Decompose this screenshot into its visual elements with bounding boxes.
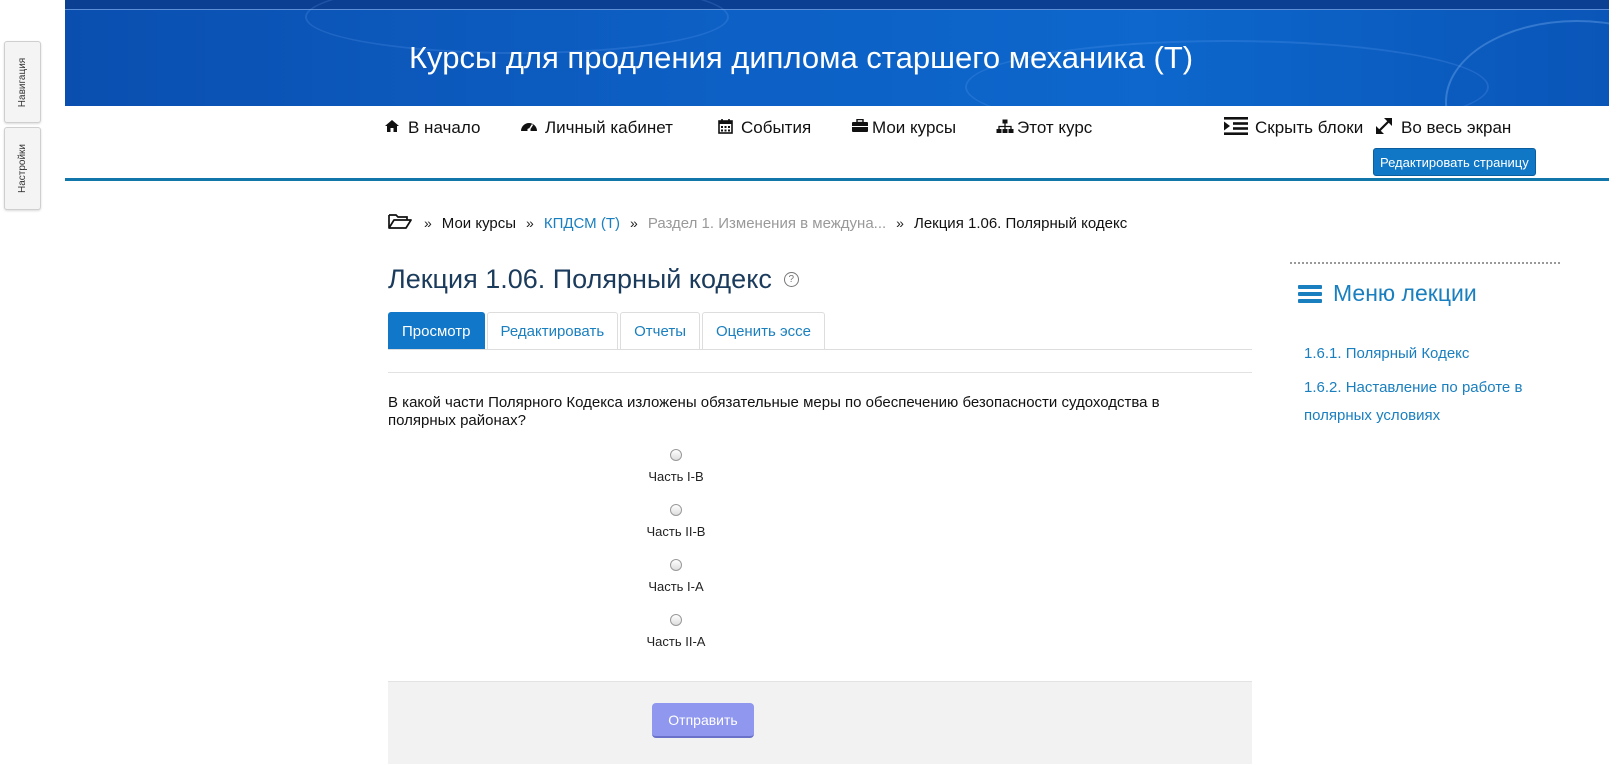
answer-option: Часть II-B — [636, 504, 716, 539]
answer-radio[interactable] — [670, 614, 682, 626]
indent-icon — [1223, 117, 1249, 139]
tab-reports[interactable]: Отчеты — [620, 312, 700, 350]
hide-blocks-label: Скрыть блоки — [1255, 118, 1364, 137]
settings-side-tab-label: Настройки — [17, 143, 29, 194]
answer-option: Часть I-A — [636, 559, 716, 594]
nav-events-label: События — [741, 118, 812, 137]
answer-option: Часть II-A — [636, 614, 716, 649]
help-icon[interactable]: ? — [783, 272, 799, 287]
nav-this-course[interactable]: Этот курс — [995, 116, 1092, 140]
question-text: В какой части Полярного Кодекса изложены… — [388, 394, 1160, 429]
banner-wave-decoration — [1445, 20, 1609, 106]
nav-dashboard[interactable]: Личный кабинет — [519, 116, 673, 140]
breadcrumb-course[interactable]: КПДСМ (Т) — [544, 215, 620, 232]
page-title: Лекция 1.06. Полярный кодекс — [388, 264, 772, 294]
tab-edit[interactable]: Редактировать — [486, 312, 619, 350]
fullscreen-label: Во весь экран — [1401, 118, 1512, 137]
menu-icon — [1298, 282, 1322, 306]
answer-label[interactable]: Часть II-A — [636, 634, 716, 649]
answer-radio[interactable] — [670, 449, 682, 461]
answer-label[interactable]: Часть I-A — [636, 579, 716, 594]
breadcrumb-separator: » — [424, 215, 432, 231]
breadcrumb-my-courses[interactable]: Мои курсы — [442, 215, 516, 232]
nav-events[interactable]: События — [715, 116, 811, 140]
home-icon — [382, 119, 402, 137]
nav-home-label: В начало — [408, 118, 481, 137]
answer-option: Часть I-B — [636, 449, 716, 484]
calendar-icon — [715, 118, 735, 138]
breadcrumb-section[interactable]: Раздел 1. Изменения в междуна... — [648, 215, 886, 232]
navigation-side-tab-label: Навигация — [17, 57, 28, 107]
tab-view[interactable]: Просмотр — [388, 312, 485, 350]
lesson-menu-header: Меню лекции — [1298, 280, 1477, 307]
breadcrumb-separator: » — [526, 215, 534, 231]
tab-grade-essays[interactable]: Оценить эссе — [702, 312, 825, 350]
site-title: Курсы для продления диплома старшего мех… — [409, 40, 1194, 75]
lesson-tabs: Просмотр Редактировать Отчеты Оценить эс… — [388, 312, 827, 350]
submit-button[interactable]: Отправить — [652, 703, 754, 738]
expand-icon — [1373, 116, 1395, 140]
breadcrumb: » Мои курсы » КПДСМ (Т) » Раздел 1. Изме… — [388, 213, 1127, 233]
edit-page-button[interactable]: Редактировать страницу — [1373, 148, 1536, 176]
breadcrumb-current: Лекция 1.06. Полярный кодекс — [913, 214, 1128, 232]
header-banner: Курсы для продления диплома старшего мех… — [65, 0, 1609, 106]
navigation-side-tab[interactable]: Навигация — [4, 41, 41, 123]
answer-radio[interactable] — [670, 559, 682, 571]
submit-area: Отправить — [388, 681, 1252, 764]
nav-my-courses[interactable]: Мои курсы — [850, 116, 956, 140]
hide-blocks-button[interactable]: Скрыть блоки — [1223, 116, 1363, 140]
briefcase-icon — [850, 118, 870, 137]
lesson-menu-title: Меню лекции — [1333, 280, 1477, 306]
nav-this-course-label: Этот курс — [1017, 118, 1093, 137]
folder-open-icon[interactable] — [388, 213, 412, 234]
breadcrumb-separator: » — [896, 215, 904, 231]
dashboard-icon — [519, 119, 539, 137]
answer-label[interactable]: Часть I-B — [636, 469, 716, 484]
nav-home[interactable]: В начало — [382, 116, 480, 140]
lesson-menu-link[interactable]: 1.6.1. Полярный Кодекс — [1304, 340, 1554, 368]
sitemap-icon — [995, 119, 1015, 138]
nav-dashboard-label: Личный кабинет — [545, 118, 673, 137]
main-navbar: В начало Личный кабинет События Мои курс… — [65, 106, 1609, 181]
fullscreen-button[interactable]: Во весь экран — [1373, 116, 1511, 140]
answer-radio[interactable] — [670, 504, 682, 516]
block-divider — [1290, 262, 1560, 264]
banner-top-strip — [65, 0, 1609, 10]
answer-label[interactable]: Часть II-B — [636, 524, 716, 539]
tabs-divider — [388, 349, 1252, 350]
page-title-row: Лекция 1.06. Полярный кодекс ? — [388, 264, 799, 295]
settings-side-tab[interactable]: Настройки — [4, 127, 41, 210]
content-divider — [388, 372, 1252, 373]
lesson-menu-link[interactable]: 1.6.2. Наставление по работе в полярных … — [1304, 374, 1554, 430]
nav-my-courses-label: Мои курсы — [872, 118, 957, 137]
breadcrumb-separator: » — [630, 215, 638, 231]
